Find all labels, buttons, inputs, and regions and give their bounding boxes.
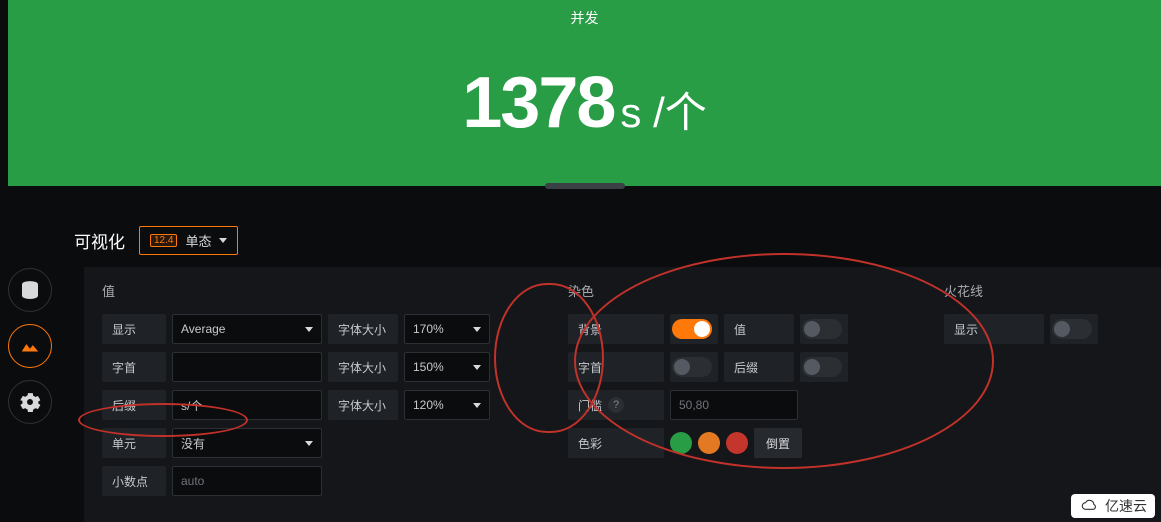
- stat-value: Average: [181, 322, 225, 336]
- options-body: 值 显示 Average 字体大小 170% 字首 字体大小: [84, 267, 1161, 522]
- fontsize-label: 字体大小: [328, 314, 398, 344]
- chevron-down-icon: [473, 403, 481, 408]
- value-color-label: 值: [724, 314, 794, 344]
- watermark: 亿速云: [1071, 494, 1155, 518]
- editor-sidebar: [4, 268, 56, 436]
- suffix-color-toggle[interactable]: [802, 357, 842, 377]
- fontsize-label: 字体大小: [328, 352, 398, 382]
- chevron-down-icon: [305, 327, 313, 332]
- thresholds-value: 50,80: [679, 398, 709, 412]
- prefix-color-toggle[interactable]: [672, 357, 712, 377]
- tab-visualization-icon[interactable]: [8, 324, 52, 368]
- value-suffix: s /个: [620, 79, 706, 140]
- value-color-toggle[interactable]: [802, 319, 842, 339]
- unit-value: 没有: [181, 435, 205, 452]
- fontsize-suffix-select[interactable]: 120%: [404, 390, 490, 420]
- panel-title: 并发: [571, 8, 599, 28]
- visualization-type: 单态: [185, 231, 211, 250]
- cloud-icon: [1079, 499, 1101, 513]
- suffix-value: s/个: [181, 397, 202, 414]
- row-colors: 色彩 倒置: [568, 428, 908, 458]
- coloring-heading: 染色: [568, 281, 908, 300]
- invert-button[interactable]: 倒置: [754, 428, 802, 458]
- help-icon[interactable]: ?: [608, 397, 624, 413]
- prefix-color-label: 字首: [568, 352, 664, 382]
- visualization-picker[interactable]: 12.4 单态: [139, 226, 238, 255]
- thresholds-label-text: 门槛: [578, 397, 602, 414]
- row-decimals: 小数点 auto: [102, 466, 532, 496]
- row-suffix: 后缀 s/个 字体大小 120%: [102, 390, 532, 420]
- background-label: 背景: [568, 314, 664, 344]
- color-swatch-2[interactable]: [698, 432, 720, 454]
- invert-label: 倒置: [766, 435, 790, 452]
- resize-handle[interactable]: [545, 183, 625, 189]
- tab-general-icon[interactable]: [8, 380, 52, 424]
- chevron-down-icon: [219, 238, 227, 243]
- unit-select[interactable]: 没有: [172, 428, 322, 458]
- decimals-placeholder: auto: [181, 474, 204, 488]
- version-badge: 12.4: [150, 234, 177, 247]
- unit-label: 单元: [102, 428, 166, 458]
- thresholds-label: 门槛 ?: [568, 390, 664, 420]
- row-prefix-suffix-color: 字首 后缀: [568, 352, 908, 382]
- colors-label: 色彩: [568, 428, 664, 458]
- panel-value: 1378 s /个: [462, 62, 707, 144]
- row-bg-value: 背景 值: [568, 314, 908, 344]
- row-thresholds: 门槛 ? 50,80: [568, 390, 908, 420]
- singlestat-preview: 并发 1378 s /个: [8, 0, 1161, 186]
- suffix-input[interactable]: s/个: [172, 390, 322, 420]
- fontsize-label: 字体大小: [328, 390, 398, 420]
- value-number: 1378: [462, 62, 614, 144]
- color-swatch-3[interactable]: [726, 432, 748, 454]
- chevron-down-icon: [473, 327, 481, 332]
- background-toggle[interactable]: [672, 319, 712, 339]
- chevron-down-icon: [305, 441, 313, 446]
- watermark-text: 亿速云: [1105, 496, 1147, 516]
- show-label: 显示: [102, 314, 166, 344]
- tab-title: 可视化: [74, 228, 125, 253]
- options-panel: 可视化 12.4 单态 值 显示 Average 字体大小 170%: [62, 220, 1161, 522]
- stat-select[interactable]: Average: [172, 314, 322, 344]
- prefix-input[interactable]: [172, 352, 322, 382]
- suffix-color-label: 后缀: [724, 352, 794, 382]
- decimals-label: 小数点: [102, 466, 166, 496]
- tab-queries-icon[interactable]: [8, 268, 52, 312]
- sparkline-heading: 火花线: [944, 281, 1124, 300]
- value-column: 值 显示 Average 字体大小 170% 字首 字体大小: [102, 281, 532, 496]
- value-heading: 值: [102, 281, 532, 300]
- prefix-label: 字首: [102, 352, 166, 382]
- fontsize-suffix-value: 120%: [413, 398, 444, 412]
- suffix-label: 后缀: [102, 390, 166, 420]
- sparkline-toggle[interactable]: [1052, 319, 1092, 339]
- decimals-input[interactable]: auto: [172, 466, 322, 496]
- coloring-column: 染色 背景 值 字首 后缀 门槛 ? 50,80: [568, 281, 908, 496]
- thresholds-input[interactable]: 50,80: [670, 390, 798, 420]
- chevron-down-icon: [473, 365, 481, 370]
- row-spark-show: 显示: [944, 314, 1124, 344]
- fontsize-main-select[interactable]: 170%: [404, 314, 490, 344]
- fontsize-prefix-value: 150%: [413, 360, 444, 374]
- row-unit: 单元 没有: [102, 428, 532, 458]
- row-show: 显示 Average 字体大小 170%: [102, 314, 532, 344]
- sparkline-column: 火花线 显示: [944, 281, 1124, 496]
- visualization-tab-row: 可视化 12.4 单态: [62, 220, 1161, 267]
- color-swatch-1[interactable]: [670, 432, 692, 454]
- fontsize-main-value: 170%: [413, 322, 444, 336]
- fontsize-prefix-select[interactable]: 150%: [404, 352, 490, 382]
- row-prefix: 字首 字体大小 150%: [102, 352, 532, 382]
- spark-show-label: 显示: [944, 314, 1044, 344]
